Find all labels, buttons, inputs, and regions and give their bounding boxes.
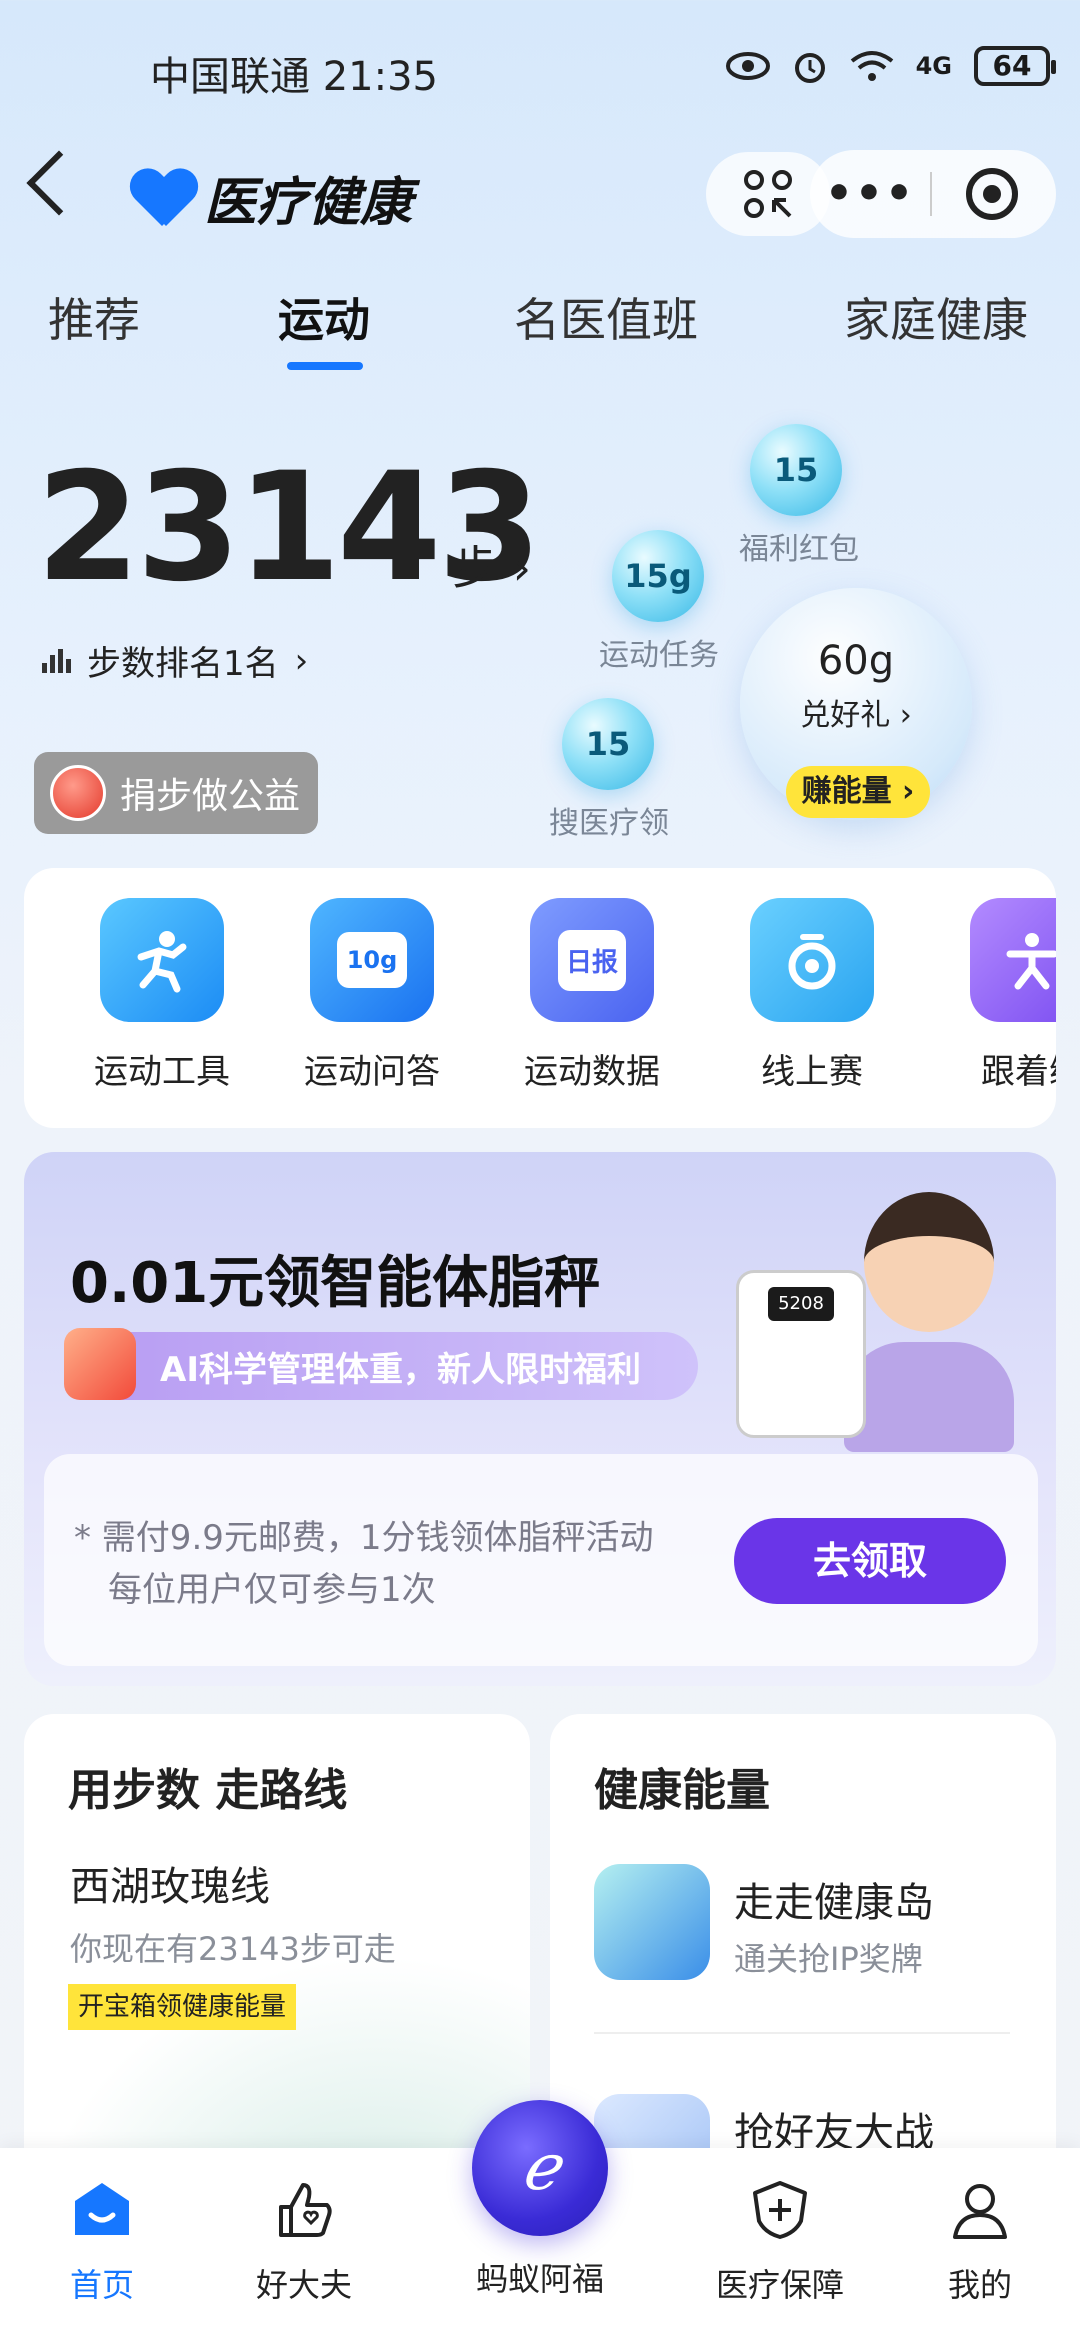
nav-label: 好大夫 bbox=[255, 2266, 352, 2304]
nav-label: 医疗保障 bbox=[715, 2266, 844, 2304]
close-miniapp-button[interactable] bbox=[966, 168, 1018, 220]
chevron-right-icon: › bbox=[294, 640, 309, 681]
signal-icon: 4G bbox=[915, 52, 952, 80]
energy-amount: 60g bbox=[817, 638, 895, 684]
more-button[interactable]: ••• bbox=[810, 150, 930, 238]
eye-icon bbox=[725, 52, 770, 80]
step-unit: 步 bbox=[452, 541, 498, 595]
route-card-title: 用步数 走路线 bbox=[68, 1765, 348, 1816]
nav-label: 我的 bbox=[947, 2266, 1012, 2304]
back-icon[interactable] bbox=[26, 150, 92, 216]
promo-title: 0.01元领智能体脂秤 bbox=[70, 1251, 601, 1316]
body-fat-scale-image: 5208 bbox=[736, 1270, 866, 1438]
energy-card-title: 健康能量 bbox=[594, 1765, 770, 1816]
task-bubble-label: 运动任务 bbox=[599, 638, 719, 673]
step-rank: 步数排名1名 bbox=[87, 644, 279, 684]
tool-label: 运动工具 bbox=[94, 1052, 230, 1092]
promo-banner[interactable]: 0.01元领智能体脂秤 AI科学管理体重，新人限时福利 5208 * 需付9.9… bbox=[24, 1152, 1056, 1686]
task-energy-bubble[interactable]: 15g bbox=[612, 530, 704, 622]
status-bar: 中国联通 21:35 4G 64 bbox=[0, 40, 1080, 100]
tab-family-health[interactable]: 家庭健康 bbox=[844, 284, 1028, 350]
tool-sport-tools[interactable]: 运动工具 bbox=[62, 898, 262, 1093]
miniapp-capsule: ••• bbox=[810, 150, 1056, 238]
donate-steps-label: 捐步做公益 bbox=[120, 776, 301, 817]
tool-workout[interactable]: 跟着练 bbox=[932, 898, 1056, 1093]
app-logo: 医疗健康 bbox=[130, 160, 412, 235]
tool-sport-qa[interactable]: 10g 运动问答 bbox=[272, 898, 472, 1093]
status-icons: 4G 64 bbox=[725, 46, 1056, 86]
welfare-bubble-label: 福利红包 bbox=[739, 532, 859, 567]
nav-label: 首页 bbox=[69, 2266, 134, 2304]
energy-item-health-island[interactable]: 走走健康岛 通关抢IP奖牌 bbox=[594, 1864, 1034, 1994]
alarm-icon bbox=[794, 53, 825, 83]
shield-plus-icon bbox=[748, 2178, 812, 2242]
tab-recommend[interactable]: 推荐 bbox=[48, 284, 140, 350]
workout-icon bbox=[970, 898, 1056, 1022]
energy-item-sub: 通关抢IP奖牌 bbox=[734, 1940, 923, 1978]
page-title: 医疗健康 bbox=[204, 173, 413, 233]
scale-display: 5208 bbox=[768, 1287, 834, 1321]
treasure-box-tag[interactable]: 开宝箱领健康能量 bbox=[68, 1984, 297, 2030]
tool-label: 线上赛 bbox=[761, 1052, 863, 1092]
nav-mine[interactable]: 我的 bbox=[890, 2178, 1070, 2306]
qa-badge: 10g bbox=[336, 932, 408, 988]
route-name: 西湖玫瑰线 bbox=[70, 1864, 270, 1910]
tool-label: 跟着练 bbox=[981, 1052, 1056, 1092]
active-tab-indicator bbox=[287, 362, 363, 370]
promo-note: * 需付9.9元邮费，1分钱领体脂秤活动 每位用户仅可参与1次 bbox=[74, 1512, 694, 1616]
qa-icon: 10g bbox=[310, 898, 434, 1022]
nav-ant-afu-label[interactable]: 蚂蚁阿福 bbox=[440, 2254, 640, 2300]
tool-online-race[interactable]: 线上赛 bbox=[712, 898, 912, 1093]
promo-note-line2: 每位用户仅可参与1次 bbox=[108, 1570, 436, 1610]
nav-home[interactable]: 首页 bbox=[12, 2178, 192, 2306]
nav-good-doctor[interactable]: 好大夫 bbox=[214, 2178, 394, 2306]
tool-label: 运动数据 bbox=[524, 1052, 660, 1092]
route-steps-available: 你现在有23143步可走 bbox=[70, 1930, 396, 1968]
energy-item-title: 走走健康岛 bbox=[734, 1880, 934, 1926]
gift-tag-icon bbox=[64, 1328, 136, 1400]
search-energy-bubble[interactable]: 15 bbox=[562, 698, 654, 790]
promo-subtitle: AI科学管理体重，新人限时福利 bbox=[64, 1332, 698, 1400]
tool-label: 运动问答 bbox=[304, 1052, 440, 1092]
category-tabs: 推荐 运动 名医值班 家庭健康 bbox=[0, 284, 1080, 374]
daily-report-badge: 日报 bbox=[557, 929, 626, 991]
tool-sport-data[interactable]: 日报 运动数据 bbox=[492, 898, 692, 1093]
tab-sport[interactable]: 运动 bbox=[278, 284, 370, 350]
divider bbox=[594, 2032, 1010, 2034]
home-icon bbox=[70, 2178, 134, 2242]
daily-report-icon: 日报 bbox=[530, 898, 654, 1022]
online-race-icon bbox=[750, 898, 874, 1022]
step-rank-link[interactable]: 步数排名1名 › bbox=[42, 636, 308, 685]
heart-logo-icon bbox=[130, 170, 194, 226]
afu-logo-icon[interactable]: ℯ bbox=[472, 2100, 608, 2236]
scan-icon bbox=[744, 170, 792, 218]
mascot-illustration bbox=[844, 1192, 1014, 1452]
carrier-time: 中国联通 21:35 bbox=[150, 54, 438, 100]
nav-medical-insurance[interactable]: 医疗保障 bbox=[690, 2178, 870, 2306]
wifi-icon bbox=[850, 51, 893, 81]
thumbs-up-heart-icon bbox=[272, 2178, 336, 2242]
tab-doctor-duty[interactable]: 名医值班 bbox=[514, 284, 698, 350]
donate-steps-button[interactable]: 捐步做公益 bbox=[34, 752, 318, 834]
bar-chart-icon bbox=[42, 648, 71, 673]
chevron-right-icon: › bbox=[512, 541, 532, 595]
peach-icon bbox=[50, 765, 106, 821]
step-unit-link[interactable]: 步 › bbox=[452, 532, 531, 598]
person-icon bbox=[948, 2178, 1012, 2242]
sport-tools-card: 运动工具 10g 运动问答 日报 运动数据 线上赛 跟着练 bbox=[24, 868, 1056, 1128]
welfare-energy-bubble[interactable]: 15 bbox=[750, 424, 842, 516]
capsule-divider bbox=[930, 172, 932, 216]
earn-energy-button[interactable]: 赚能量 › bbox=[786, 766, 930, 818]
redeem-gift-label: 兑好礼 › bbox=[800, 698, 912, 733]
runner-icon bbox=[100, 898, 224, 1022]
health-island-icon bbox=[594, 1864, 710, 1980]
search-bubble-label: 搜医疗领 bbox=[549, 806, 669, 841]
promo-note-line1: * 需付9.9元邮费，1分钱领体脂秤活动 bbox=[74, 1518, 654, 1558]
battery-icon: 64 bbox=[974, 46, 1056, 86]
claim-button[interactable]: 去领取 bbox=[734, 1518, 1006, 1604]
